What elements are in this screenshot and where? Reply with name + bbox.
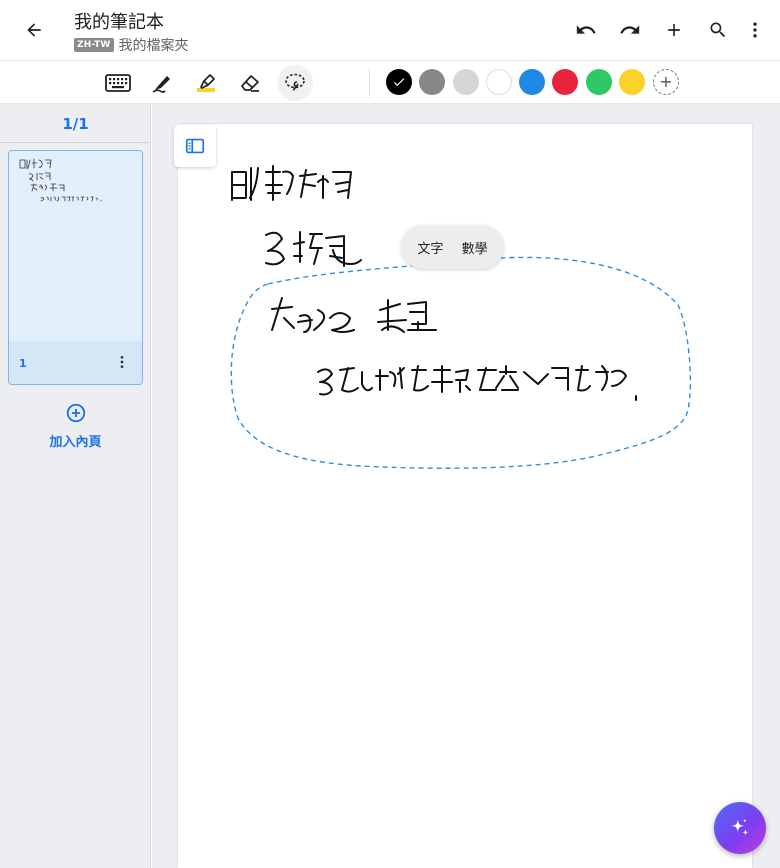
eraser-tool[interactable] [232,65,268,101]
add-page-label: 加入內頁 [49,435,102,450]
pen-tool[interactable] [144,65,180,101]
highlighter-icon [197,74,215,92]
color-swatch-blue[interactable] [519,69,545,95]
add-circle-icon [66,403,85,423]
sparkle-icon [731,818,749,836]
add-color-button[interactable]: + [653,69,679,95]
selection-convert-menu: 文字 數學 [401,225,504,269]
more-vert-icon [753,22,757,38]
keyboard-icon [105,74,131,92]
color-swatch-gray[interactable] [419,69,445,95]
add-page-button[interactable]: 加入內頁 [0,402,151,450]
color-swatch-white[interactable] [486,69,512,95]
page-options-button[interactable] [112,351,132,373]
convert-to-math-button[interactable]: 數學 [460,234,490,261]
search-button[interactable] [696,14,740,46]
undo-icon [576,25,596,34]
add-button[interactable] [652,14,696,46]
notebook-title[interactable]: 我的筆記本 [74,8,164,34]
check-icon [393,78,405,87]
keyboard-tool[interactable] [100,65,136,101]
folder-name[interactable]: 我的檔案夾 [119,35,189,55]
undo-button[interactable] [564,14,608,46]
canvas-area [152,104,780,868]
lasso-icon [285,73,305,91]
search-icon [710,22,726,38]
notebook-subtitle: ZH-TW 我的檔案夾 [74,35,189,55]
page-thumbnail-footer: 1 [9,341,142,384]
page-thumbnail-preview [9,151,142,341]
toggle-panel-button[interactable] [174,125,216,167]
back-arrow-icon [27,23,41,37]
drawing-toolbar: + [0,60,780,104]
language-badge: ZH-TW [74,38,114,52]
toolbar-separator [369,69,370,97]
ai-assist-button[interactable] [714,802,766,854]
lasso-tool[interactable] [277,65,313,101]
redo-icon [620,25,640,34]
app-header: 我的筆記本 ZH-TW 我的檔案夾 [0,0,780,60]
eraser-icon [241,75,259,92]
plus-icon: + [659,72,673,91]
redo-button[interactable] [608,14,652,46]
back-button[interactable] [18,14,50,46]
convert-to-text-button[interactable]: 文字 [415,234,445,261]
color-swatch-black[interactable] [386,69,412,95]
highlighter-tool[interactable] [188,65,224,101]
more-options-button[interactable] [740,14,770,46]
page-number: 1 [19,357,27,370]
page-thumbnail[interactable]: 1 [8,150,143,385]
more-vert-icon [120,356,124,368]
page-count: 1/1 [62,115,89,133]
sidebar-panel-icon [185,138,205,154]
color-swatch-red[interactable] [552,69,578,95]
color-swatch-green[interactable] [586,69,612,95]
color-swatch-light-gray[interactable] [453,69,479,95]
color-swatch-yellow[interactable] [619,69,645,95]
sidebar-divider [0,142,151,143]
add-icon [668,24,680,36]
header-actions [564,14,770,46]
page-sidebar: 1/1 1 加入內頁 [0,104,151,868]
pen-icon [152,76,170,93]
